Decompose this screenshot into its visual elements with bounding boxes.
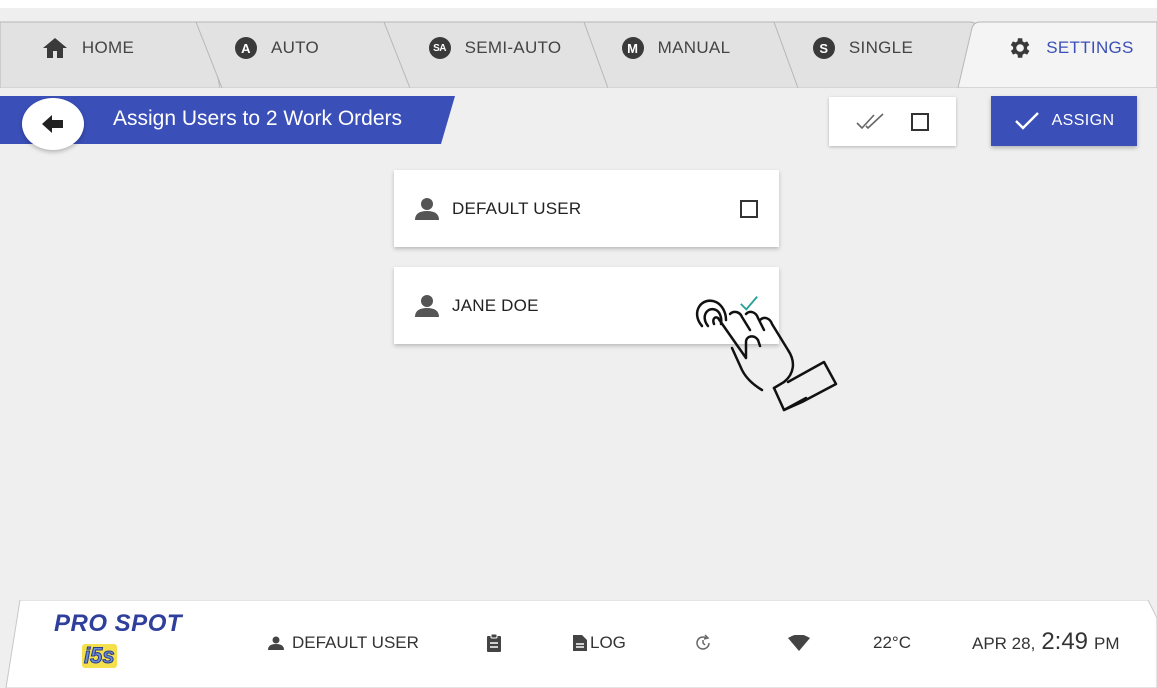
user-name: JANE DOE [452, 295, 539, 315]
user-card-default-user[interactable]: DEFAULT USER [394, 170, 779, 247]
tab-auto-label: AUTO [270, 38, 320, 57]
person-icon [414, 196, 440, 222]
user-checkbox-checked[interactable] [739, 294, 759, 314]
clipboard-icon [487, 633, 501, 652]
deselect-all-button[interactable] [910, 112, 930, 132]
prospot-logo: PRO SPOT i5s [50, 610, 220, 680]
auto-badge-icon: A [234, 37, 257, 59]
page-title: Assign Users to 2 Work Orders [113, 107, 403, 130]
gear-icon [1011, 38, 1030, 58]
teal-check-icon [740, 296, 758, 311]
tab-auto[interactable]: A AUTO [222, 8, 332, 88]
semi-auto-badge-icon: SA [428, 37, 451, 59]
double-check-icon [856, 112, 884, 129]
wifi-icon [788, 635, 810, 651]
selection-controls [829, 97, 956, 146]
tab-manual[interactable]: M MANUAL [606, 8, 746, 88]
temperature-display: 22°C [873, 629, 911, 657]
clipboard-button[interactable] [486, 629, 502, 657]
person-icon [414, 293, 440, 319]
log-label: LOG [590, 633, 626, 652]
user-card-jane-doe[interactable]: JANE DOE [394, 267, 779, 344]
tab-settings-label: SETTINGS [1046, 38, 1134, 57]
tab-settings[interactable]: SETTINGS [985, 8, 1155, 88]
mode-tab-bar: HOME A AUTO SA SEMI-AUTO M MANUAL S SING… [0, 8, 1157, 88]
ampm-text: PM [1094, 634, 1120, 653]
tab-semi-auto-label: SEMI-AUTO [464, 38, 562, 57]
temperature-value: 22°C [873, 633, 911, 652]
history-clock-icon [696, 634, 710, 650]
arrow-left-icon [42, 115, 63, 133]
checkbox-empty-icon [911, 112, 930, 131]
assign-button[interactable]: ASSIGN [991, 96, 1137, 146]
wifi-status[interactable] [788, 629, 810, 657]
app-screen: HOME A AUTO SA SEMI-AUTO M MANUAL S SING… [0, 0, 1157, 688]
date-text: APR 28, [972, 634, 1036, 653]
checkbox-empty-icon [740, 200, 758, 218]
manual-badge-icon: M [621, 37, 644, 59]
home-icon [42, 38, 67, 58]
time-text: 2:49 [1041, 628, 1089, 655]
document-icon [573, 635, 587, 651]
tab-single[interactable]: S SINGLE [800, 8, 926, 88]
datetime-display: APR 28, 2:49 PM [972, 628, 1120, 656]
user-checkbox[interactable] [739, 199, 759, 219]
check-icon [1014, 112, 1039, 130]
brand-sub: i5s [82, 643, 117, 668]
assign-button-label: ASSIGN [1051, 112, 1115, 129]
person-icon [268, 636, 284, 650]
user-name: DEFAULT USER [452, 198, 582, 218]
footer-user-name: DEFAULT USER [292, 633, 419, 652]
single-badge-icon: S [812, 37, 835, 59]
tab-single-label: SINGLE [848, 38, 914, 57]
tab-home[interactable]: HOME [28, 8, 148, 88]
history-button[interactable] [694, 629, 712, 657]
back-button[interactable] [22, 98, 84, 150]
select-all-button[interactable] [855, 112, 887, 132]
log-button[interactable]: LOG [572, 629, 626, 657]
tab-home-label: HOME [81, 38, 135, 57]
footer-current-user[interactable]: DEFAULT USER [268, 629, 419, 657]
tab-semi-auto[interactable]: SA SEMI-AUTO [410, 8, 580, 88]
top-edge [0, 0, 1157, 8]
tab-manual-label: MANUAL [657, 38, 731, 57]
brand-name: PRO SPOT [54, 610, 183, 637]
